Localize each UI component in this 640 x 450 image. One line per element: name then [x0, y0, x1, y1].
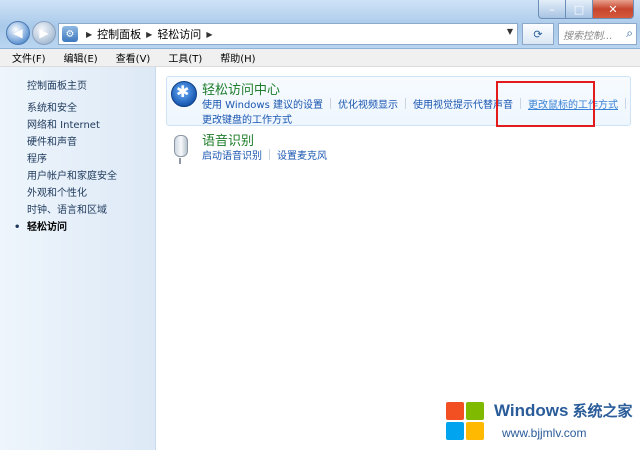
breadcrumb-separator-icon[interactable]: ▶	[146, 30, 152, 39]
minimize-button[interactable]: –	[538, 0, 566, 19]
sidebar-item-system-security[interactable]: 系统和安全	[27, 100, 117, 117]
watermark: Windows 系统之家 www.bjjmlv.com	[446, 398, 636, 446]
breadcrumb-separator-icon[interactable]: ▶	[206, 30, 212, 39]
sidebar: 控制面板主页 系统和安全 网络和 Internet 硬件和声音 程序 用户帐户和…	[0, 67, 156, 450]
title-bar: – □ ✕ ◀ ▶ ▼ ⚙ ▶ 控制面板 ▶ 轻松访问 ▶ ▼ ⟳ 搜索控制..…	[0, 0, 640, 49]
address-bar[interactable]: ⚙ ▶ 控制面板 ▶ 轻松访问 ▶ ▼	[58, 23, 518, 45]
speech-links-row1: 启动语音识别 设置麦克风	[202, 147, 327, 162]
link-set-up-microphone[interactable]: 设置麦克风	[277, 147, 327, 162]
sidebar-item-network-internet[interactable]: 网络和 Internet	[27, 117, 117, 134]
link-windows-recommended-settings[interactable]: 使用 Windows 建议的设置	[202, 96, 323, 111]
sidebar-item-user-accounts[interactable]: 用户帐户和家庭安全	[27, 168, 117, 185]
refresh-button[interactable]: ⟳	[522, 23, 554, 45]
control-panel-icon: ⚙	[62, 26, 78, 42]
sidebar-item-hardware-sound[interactable]: 硬件和声音	[27, 134, 117, 151]
watermark-brand-text: Windows	[494, 401, 569, 420]
refresh-icon: ⟳	[533, 27, 543, 41]
windows-logo-icon	[446, 402, 486, 442]
menu-help[interactable]: 帮助(H)	[214, 50, 261, 65]
address-dropdown-icon[interactable]: ▼	[507, 27, 513, 36]
breadcrumb-control-panel[interactable]: 控制面板	[97, 26, 141, 42]
ease-of-access-icon[interactable]	[171, 81, 197, 107]
breadcrumb-separator-icon[interactable]: ▶	[86, 30, 92, 39]
search-input[interactable]: 搜索控制... ⌕	[558, 23, 637, 45]
menu-tools[interactable]: 工具(T)	[162, 50, 208, 65]
close-button[interactable]: ✕	[593, 0, 634, 19]
menu-file[interactable]: 文件(F)	[6, 50, 52, 65]
link-separator	[625, 98, 626, 109]
link-optimize-visual-display[interactable]: 优化视频显示	[338, 96, 398, 111]
sidebar-item-programs[interactable]: 程序	[27, 151, 117, 168]
search-placeholder: 搜索控制...	[563, 31, 613, 42]
forward-button[interactable]: ▶	[32, 21, 56, 45]
maximize-button[interactable]: □	[566, 0, 593, 19]
menu-view[interactable]: 查看(V)	[110, 50, 157, 65]
microphone-icon[interactable]	[174, 135, 188, 164]
sidebar-item-appearance[interactable]: 外观和个性化	[27, 185, 117, 202]
search-icon[interactable]: ⌕	[626, 26, 633, 41]
breadcrumb-ease-of-access[interactable]: 轻松访问	[157, 26, 201, 42]
watermark-brand: Windows 系统之家	[494, 400, 632, 421]
menu-edit[interactable]: 编辑(E)	[58, 50, 104, 65]
main-panel: 轻松访问中心 使用 Windows 建议的设置 优化视频显示 使用视觉提示代替声…	[156, 67, 640, 450]
sidebar-item-ease-of-access: 轻松访问	[14, 219, 117, 236]
sidebar-item-clock-language[interactable]: 时钟、语言和区域	[27, 202, 117, 219]
back-button[interactable]: ◀	[6, 21, 30, 45]
annotation-highlight-box	[496, 81, 595, 127]
menu-bar: 文件(F) 编辑(E) 查看(V) 工具(T) 帮助(H)	[0, 49, 640, 67]
link-start-speech-recognition[interactable]: 启动语音识别	[202, 147, 262, 162]
ease-center-links-row2: 更改键盘的工作方式	[202, 111, 292, 126]
window-controls: – □ ✕	[538, 0, 634, 19]
sidebar-home-link[interactable]: 控制面板主页	[27, 77, 87, 92]
sidebar-list: 系统和安全 网络和 Internet 硬件和声音 程序 用户帐户和家庭安全 外观…	[14, 100, 117, 236]
link-separator	[269, 149, 270, 160]
watermark-brand-cn: 系统之家	[572, 403, 633, 420]
link-separator	[330, 98, 331, 109]
watermark-url: www.bjjmlv.com	[502, 426, 587, 440]
link-separator	[405, 98, 406, 109]
link-change-keyboard-works[interactable]: 更改键盘的工作方式	[202, 111, 292, 126]
